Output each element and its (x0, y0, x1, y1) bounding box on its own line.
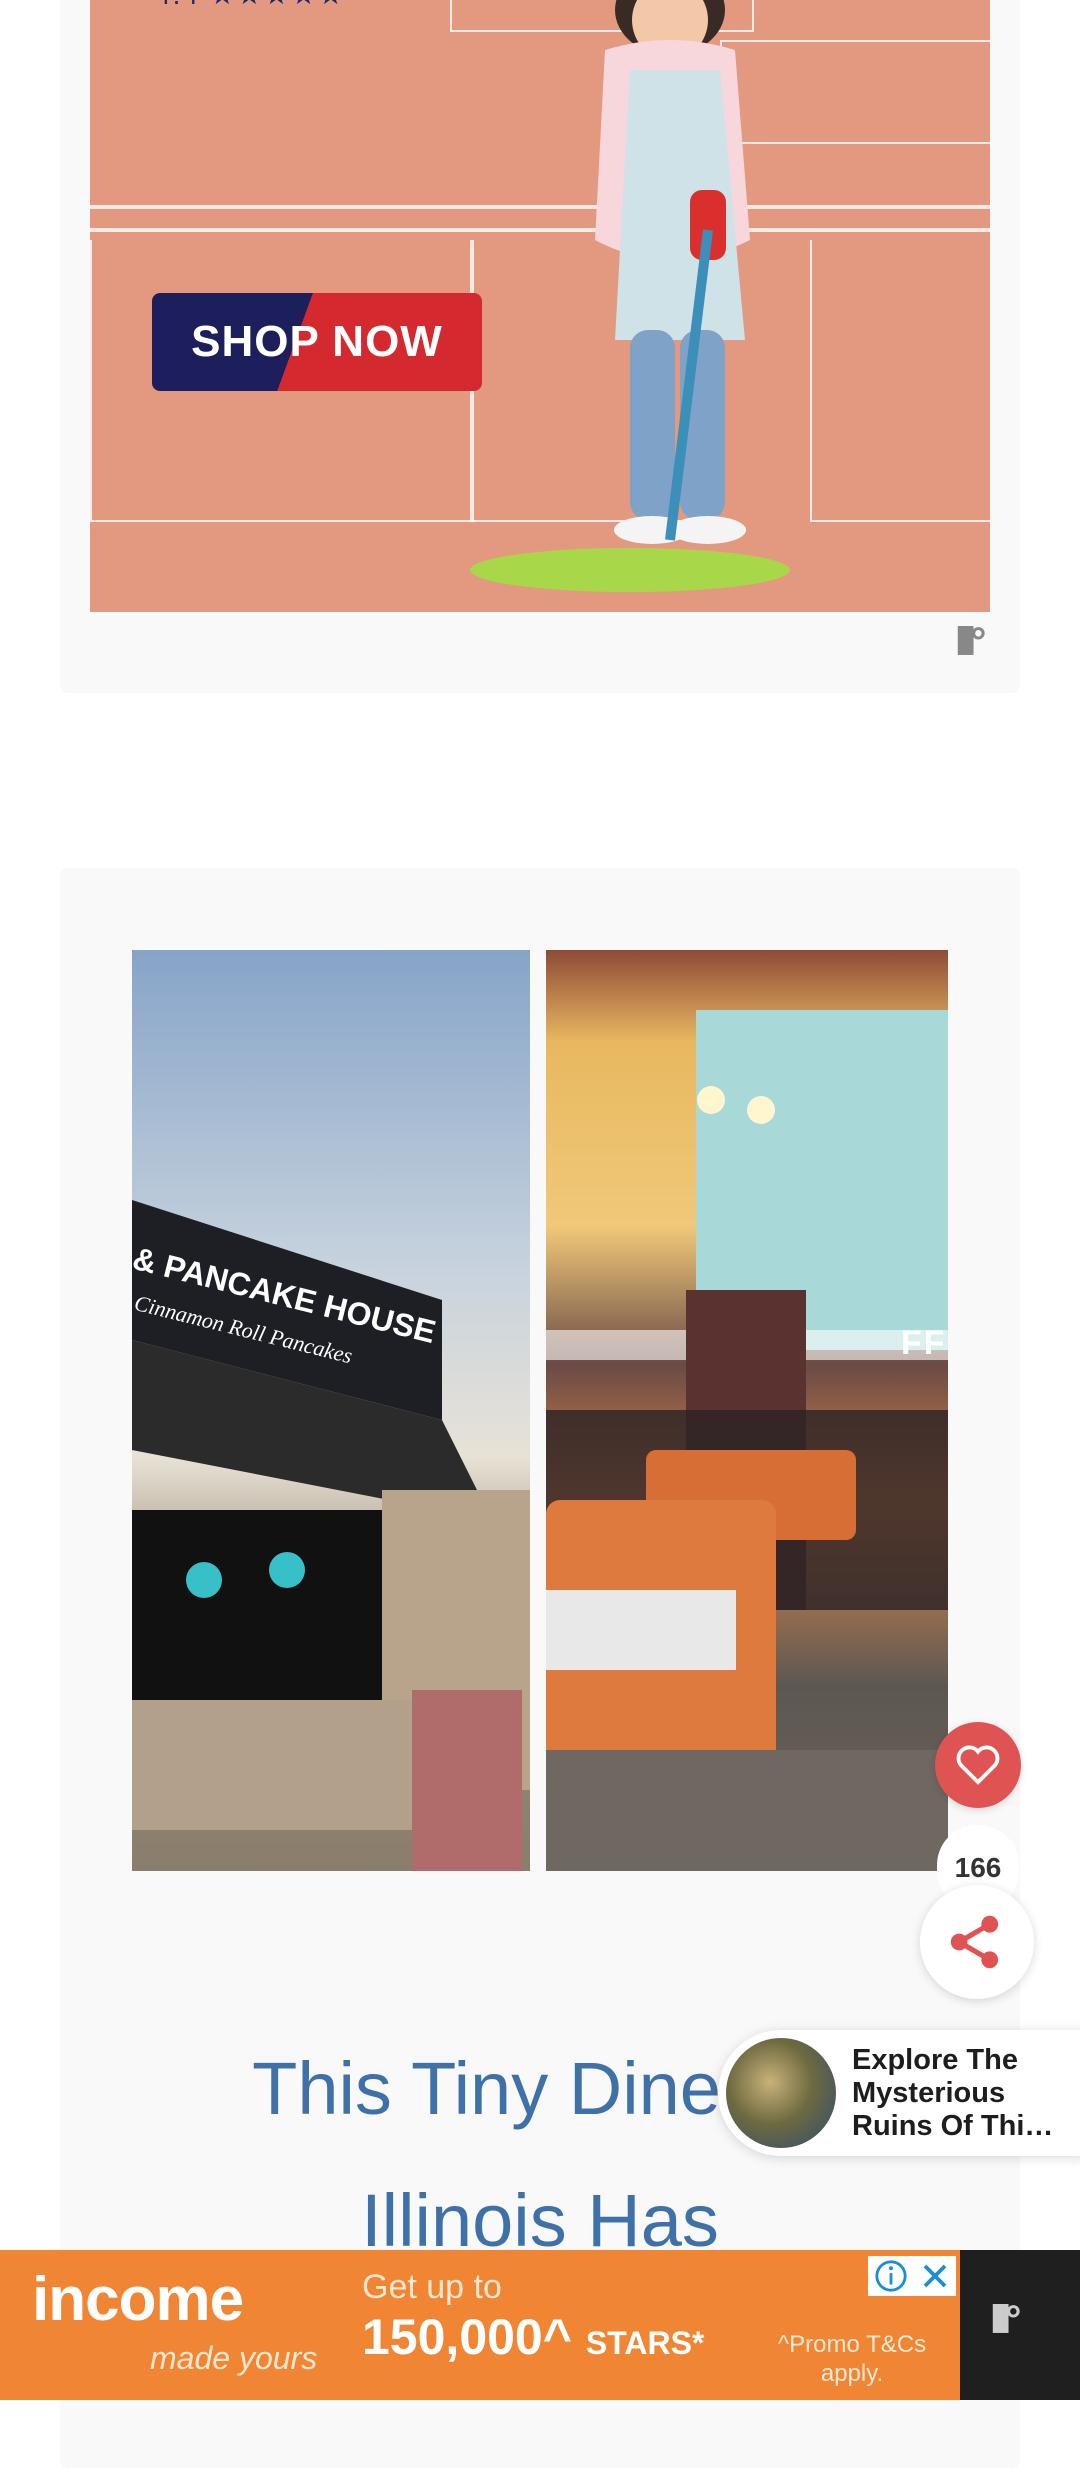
bottom-sticky-ad: income made yours Get up to 150,000^ STA… (0, 2250, 1080, 2400)
recommended-title-line: Mysterious (852, 2077, 1006, 2109)
ad-controls (868, 2256, 956, 2296)
top-ad-card: 4.4 ★★★★★ SHOP NOW lll° (60, 0, 1020, 693)
income-ad-banner[interactable]: income made yours Get up to 150,000^ STA… (0, 2250, 960, 2400)
offer-amount-unit: STARS* (585, 2325, 705, 2361)
recommended-article-thumbnail[interactable] (726, 2038, 836, 2148)
offer-intro: Get up to (362, 2268, 502, 2306)
offer-amount-number: 150,000^ (362, 2309, 572, 2365)
recommended-title-line: Ruins Of Thi… (852, 2110, 1054, 2142)
shop-now-button[interactable]: SHOP NOW (152, 293, 482, 391)
ad-rating-stars: 4.4 ★★★★★ (155, 0, 345, 11)
ad-network-panel[interactable]: lll° (960, 2250, 1080, 2400)
income-logo: income (32, 2265, 244, 2334)
share-icon (950, 1915, 999, 1969)
recommended-article-card[interactable]: Explore The Mysterious Ruins Of Thi… (718, 2030, 1080, 2156)
favorite-button[interactable] (935, 1722, 1021, 1808)
ad-network-logo[interactable]: lll° (955, 620, 986, 665)
recommended-title-line: Explore The (852, 2044, 1018, 2076)
ad-close-icon[interactable] (920, 2261, 950, 2291)
article-card: & PANCAKE HOUSE Cinnamon Roll Pancakes F… (60, 868, 1020, 2468)
interior-wall-lettering: FFE (901, 1324, 948, 1362)
diner-exterior-drawing (132, 1200, 530, 1871)
share-button[interactable] (920, 1885, 1034, 1999)
recommended-article-title[interactable]: Explore The Mysterious Ruins Of Thi… (852, 2044, 1078, 2143)
diner-exterior-photo[interactable]: & PANCAKE HOUSE Cinnamon Roll Pancakes (132, 950, 530, 1871)
income-tagline: made yours (150, 2340, 318, 2376)
diner-interior-drawing (546, 1010, 948, 1871)
promo-disclaimer: ^Promo T&Cs apply. (777, 2331, 927, 2387)
diner-interior-photo[interactable]: FFE (546, 950, 948, 1871)
ad-banner-image[interactable]: 4.4 ★★★★★ SHOP NOW (90, 0, 990, 612)
ad-info-icon[interactable] (874, 2259, 908, 2293)
offer-amount: 150,000^ STARS* (362, 2308, 704, 2366)
heart-icon (956, 1745, 1000, 1785)
ad-network-logo: lll° (990, 2298, 1021, 2342)
